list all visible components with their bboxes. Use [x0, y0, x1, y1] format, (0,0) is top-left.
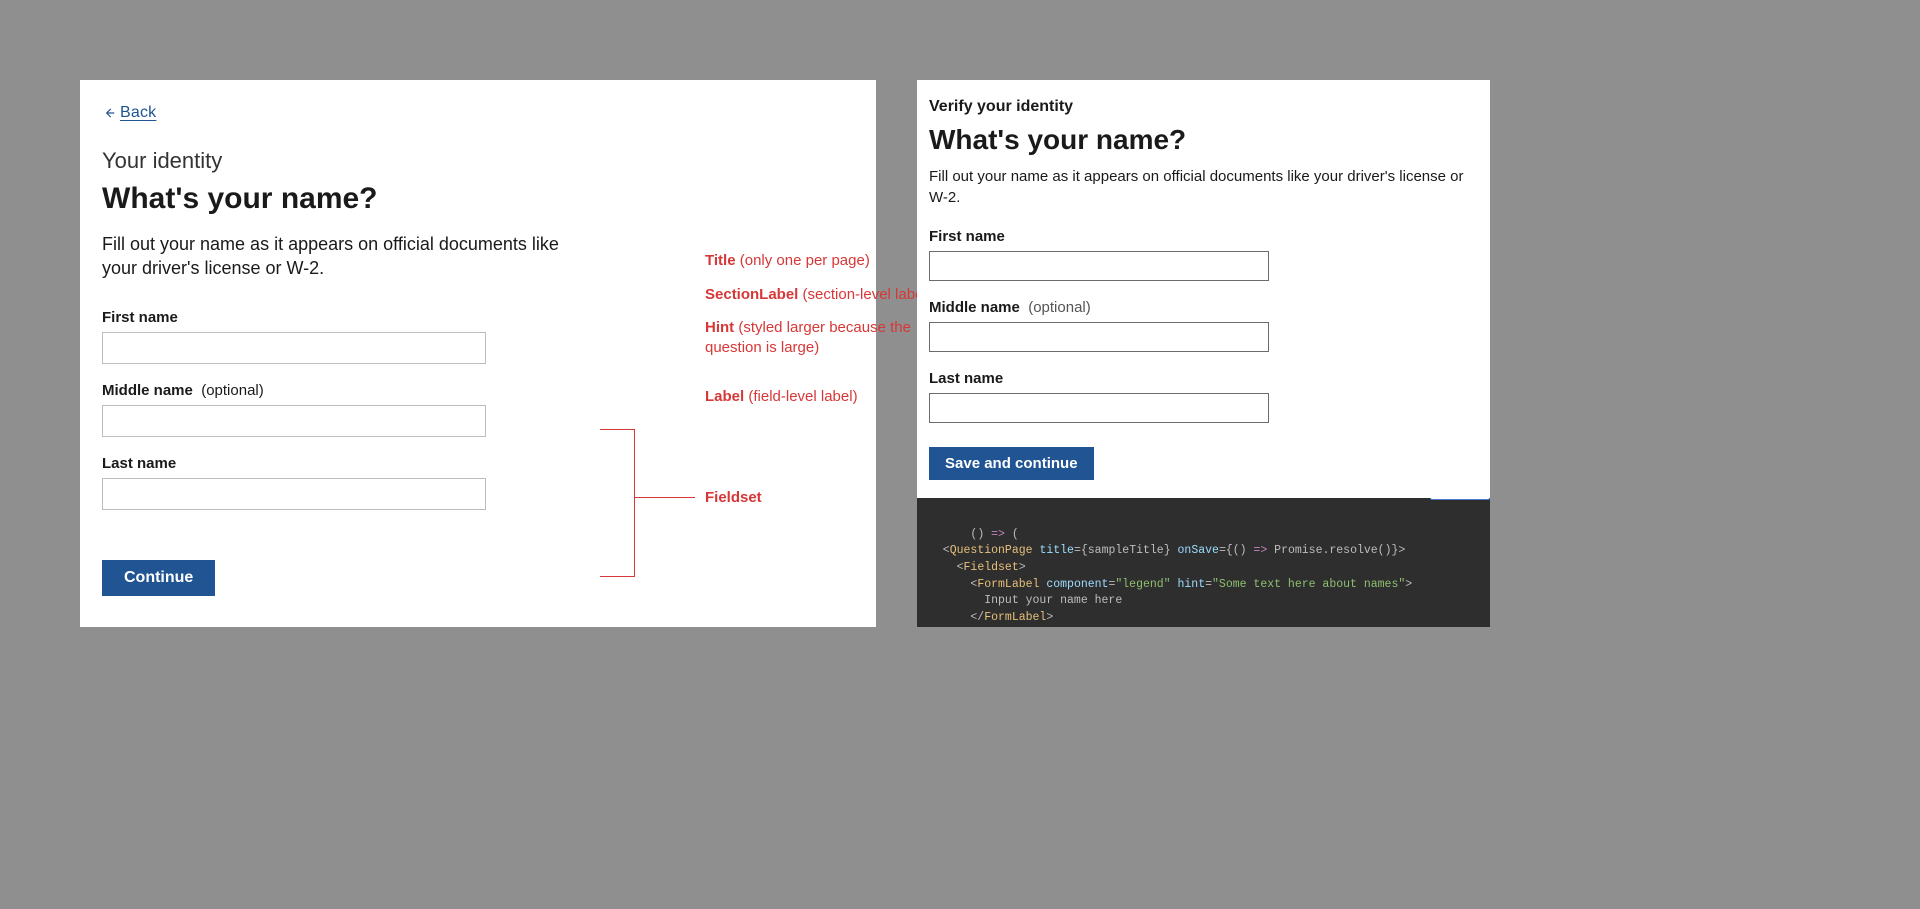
arrow-left-icon — [102, 106, 116, 120]
section-label: What's your name? — [102, 182, 854, 216]
live-first-name-input[interactable] — [929, 251, 1269, 281]
code-token: > — [1019, 561, 1026, 574]
live-middle-name-optional-suffix-text: (optional) — [1028, 299, 1091, 316]
live-last-name-label: Last name — [929, 370, 1478, 387]
code-token: ={ — [1074, 544, 1088, 557]
middle-name-input[interactable] — [102, 405, 486, 437]
annotation-hint: Hint (styled larger because the question… — [705, 318, 945, 357]
first-name-input[interactable] — [102, 332, 486, 364]
code-token: () — [970, 528, 991, 541]
middle-name-label: Middle name (optional) — [102, 382, 486, 399]
live-middle-name-label-text: Middle name — [929, 299, 1020, 316]
middle-name-label-text: Middle name — [102, 382, 193, 399]
form-hint: Fill out your name as it appears on offi… — [102, 232, 572, 281]
annotation-column: Title (only one per page) SectionLabel (… — [705, 251, 945, 421]
annotation-title: Title (only one per page) — [705, 251, 945, 271]
code-token: Input your name here — [929, 594, 1122, 607]
last-name-field: Last name — [102, 455, 486, 510]
code-token: < — [929, 561, 964, 574]
code-token: FormLabel — [977, 578, 1039, 591]
code-token: } — [1164, 544, 1178, 557]
first-name-field: First name — [102, 309, 486, 364]
annotation-sectionlabel: SectionLabel (section-level label) — [705, 285, 945, 305]
name-fieldset: First name Middle name (optional) Last n… — [102, 309, 486, 510]
code-token — [1171, 578, 1178, 591]
page-title: Your identity — [102, 148, 854, 174]
last-name-label: Last name — [102, 455, 486, 472]
code-token: Fieldset — [964, 561, 1019, 574]
middle-name-optional-suffix-text: (optional) — [201, 382, 264, 399]
live-middle-name-input[interactable] — [929, 322, 1269, 352]
live-last-name-field: Last name — [929, 370, 1478, 423]
live-kicker: Verify your identity — [929, 98, 1478, 116]
code-token: < — [929, 544, 950, 557]
code-token: ={() — [1219, 544, 1254, 557]
hide-code-button[interactable]: Hide code — [1430, 498, 1490, 500]
live-first-name-label: First name — [929, 228, 1478, 245]
continue-button[interactable]: Continue — [102, 560, 215, 596]
first-name-label: First name — [102, 309, 486, 326]
code-token: title — [1039, 544, 1074, 557]
live-form-body: Verify your identity What's your name? F… — [917, 80, 1490, 498]
fieldset-bracket-icon — [600, 429, 635, 577]
code-token: > — [1405, 578, 1412, 591]
code-token: < — [929, 578, 977, 591]
code-token: component — [1046, 578, 1108, 591]
code-token: hint — [1178, 578, 1206, 591]
annotation-fieldset: Fieldset — [705, 489, 762, 506]
last-name-input[interactable] — [102, 478, 486, 510]
save-and-continue-button[interactable]: Save and continue — [929, 447, 1094, 480]
live-form-panel: Verify your identity What's your name? F… — [917, 80, 1490, 627]
annotation-label: Label (field-level label) — [705, 387, 945, 407]
code-token: > — [1046, 611, 1053, 624]
live-question: What's your name? — [929, 124, 1478, 156]
middle-name-field: Middle name (optional) — [102, 382, 486, 437]
code-token: QuestionPage — [950, 544, 1033, 557]
code-token: onSave — [1178, 544, 1219, 557]
live-middle-name-field: Middle name (optional) — [929, 299, 1478, 352]
back-row: Back — [102, 104, 854, 122]
code-block: Hide code() => ( <QuestionPage title={sa… — [917, 498, 1490, 627]
code-token: sampleTitle — [1088, 544, 1164, 557]
fieldset-bracket-line-icon — [635, 497, 695, 498]
code-token: ( — [1005, 528, 1019, 541]
code-token: => — [1253, 544, 1267, 557]
code-token: "legend" — [1115, 578, 1170, 591]
live-last-name-input[interactable] — [929, 393, 1269, 423]
code-token: FormLabel — [984, 611, 1046, 624]
code-token: Promise.resolve()}> — [1267, 544, 1405, 557]
code-token: "Some text here about names" — [1212, 578, 1405, 591]
live-middle-name-label: Middle name (optional) — [929, 299, 1478, 316]
live-first-name-field: First name — [929, 228, 1478, 281]
back-link[interactable]: Back — [120, 104, 156, 122]
code-token: => — [991, 528, 1005, 541]
code-token: </ — [929, 611, 984, 624]
code-token: = — [1205, 578, 1212, 591]
live-hint: Fill out your name as it appears on offi… — [929, 166, 1478, 208]
annotated-form-panel: Back Your identity What's your name? Fil… — [80, 80, 876, 627]
